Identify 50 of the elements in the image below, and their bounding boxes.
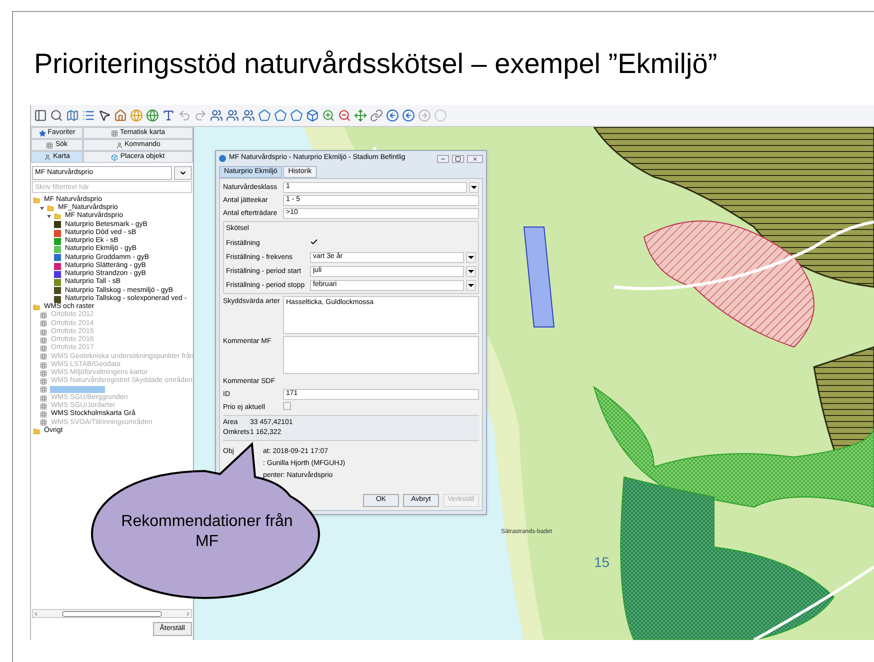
- callout-text: Rekommendationer från MF: [120, 512, 294, 552]
- dropdown-button[interactable]: [469, 182, 479, 193]
- minimize-icon[interactable]: [437, 154, 449, 162]
- slide-title: Prioriteringsstöd naturvårdsskötsel – exempel ”Ekmiljö”: [34, 47, 718, 81]
- caret-icon: [179, 169, 187, 177]
- scroll-right-icon[interactable]: [185, 610, 191, 616]
- globe-icon[interactable]: [146, 109, 159, 122]
- star-icon: [38, 130, 46, 136]
- pan-icon[interactable]: [354, 109, 367, 122]
- polygon-icon[interactable]: [258, 109, 271, 122]
- dropdown-button[interactable]: [466, 280, 476, 290]
- grid-icon: [46, 142, 54, 148]
- folder-icon: [33, 428, 40, 435]
- figure-icon: [116, 142, 123, 148]
- polygon-icon[interactable]: [274, 109, 287, 122]
- dropdown-button[interactable]: [466, 266, 476, 276]
- house-icon[interactable]: [114, 109, 127, 122]
- search-icon[interactable]: [50, 109, 63, 122]
- close-icon[interactable]: [467, 154, 483, 162]
- grid-icon: [110, 130, 118, 136]
- scroll-thumb[interactable]: [62, 610, 162, 616]
- zoom-out-icon[interactable]: [338, 109, 351, 122]
- map-icon[interactable]: [66, 109, 79, 122]
- pointer-icon[interactable]: [98, 109, 111, 122]
- map-area-number: 15: [594, 553, 610, 572]
- dropdown-button[interactable]: [466, 252, 476, 262]
- folder-icon: [33, 304, 40, 311]
- scroll-left-icon[interactable]: [33, 610, 39, 616]
- maximize-icon[interactable]: [452, 154, 464, 162]
- cube-icon[interactable]: [306, 109, 319, 122]
- folder-icon: [33, 196, 40, 204]
- expand-arrow-icon[interactable]: [40, 206, 44, 210]
- zoom-in-icon[interactable]: [322, 109, 335, 122]
- list-icon[interactable]: [82, 109, 95, 122]
- cube-icon: [111, 154, 118, 160]
- checkbox[interactable]: [310, 238, 318, 246]
- link-icon[interactable]: [370, 109, 383, 122]
- text-icon[interactable]: [162, 109, 175, 122]
- back-icon[interactable]: [402, 109, 415, 122]
- dropdown-button[interactable]: [174, 166, 192, 180]
- app-icon: [219, 155, 226, 162]
- people-icon[interactable]: [226, 109, 239, 122]
- checkbox[interactable]: [283, 402, 291, 410]
- polygon-icon[interactable]: [290, 109, 303, 122]
- scrollbar[interactable]: [32, 609, 192, 618]
- people-icon[interactable]: [210, 109, 223, 122]
- figure-icon: [44, 154, 52, 160]
- people-icon[interactable]: [242, 109, 255, 122]
- expand-arrow-icon[interactable]: [47, 215, 51, 218]
- panel-icon[interactable]: [34, 109, 47, 122]
